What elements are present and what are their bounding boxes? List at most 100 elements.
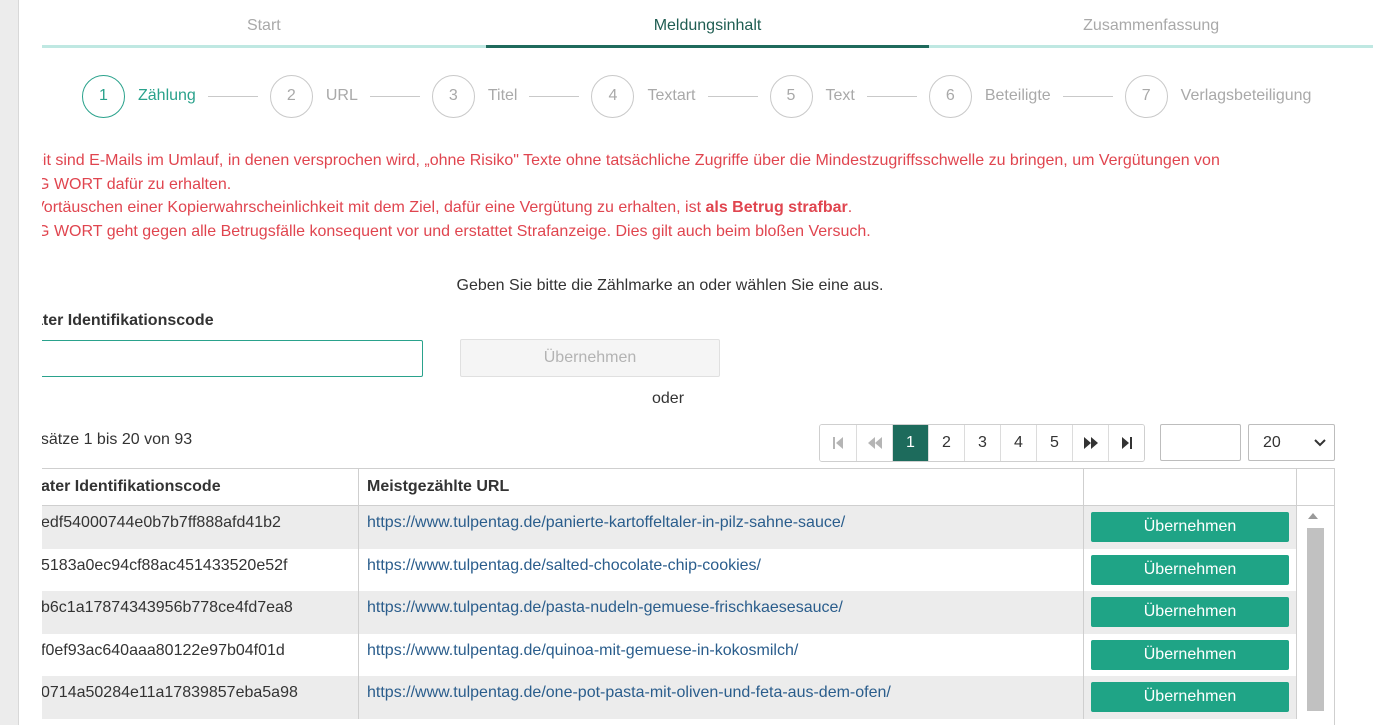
page-size-value: 20: [1263, 433, 1281, 451]
step-label: Verlagsbeteiligung: [1180, 87, 1312, 104]
left-gutter: [0, 0, 18, 725]
tab-meldungsinhalt[interactable]: Meldungsinhalt: [485, 0, 930, 48]
step-number: 3: [431, 74, 475, 118]
step-connector: [207, 95, 258, 97]
step-progress: 1 Zählung 2 URL 3 Titel 4 Textart 5 Text…: [82, 74, 1311, 118]
step-label: Zählung: [138, 87, 196, 104]
tab-start-label: Start: [246, 17, 281, 34]
identification-code-input[interactable]: [42, 340, 423, 377]
table-row: edf54000744e0b7b7ff888afd41b2 https://ww…: [42, 506, 1297, 549]
page-button-4[interactable]: 4: [1000, 425, 1036, 461]
or-separator: oder: [652, 390, 685, 407]
cell-url: https://www.tulpentag.de/quinoa-mit-gemu…: [359, 633, 1084, 676]
step-connector: [866, 95, 917, 97]
cell-url: https://www.tulpentag.de/panierte-kartof…: [359, 506, 1084, 549]
table-row: 0714a50284e11a17839857eba5a98 https://ww…: [42, 676, 1297, 719]
warning-text: .: [847, 199, 853, 216]
url-link[interactable]: https://www.tulpentag.de/quinoa-mit-gemu…: [367, 642, 798, 660]
record-count: nsätze 1 bis 20 von 93: [42, 431, 193, 448]
url-link[interactable]: https://www.tulpentag.de/one-pot-pasta-m…: [367, 684, 891, 702]
first-page-button[interactable]: [820, 425, 856, 461]
step-label: Titel: [487, 87, 518, 104]
wizard-tabs: Start Meldungsinhalt Zusammenfassung: [42, 0, 1374, 48]
prev-page-button[interactable]: [856, 425, 892, 461]
table-row: 5183a0ec94cf88ac451433520e52f https://ww…: [42, 548, 1297, 591]
warning-line: eit sind E-Mails im Umlauf, in denen ver…: [42, 152, 1220, 169]
column-header-url[interactable]: Meistgezählte URL: [359, 469, 1084, 505]
cell-url: https://www.tulpentag.de/one-pot-pasta-m…: [359, 676, 1084, 719]
main-content: Start Meldungsinhalt Zusammenfassung 1 Z…: [42, 0, 1397, 725]
scroll-up-icon[interactable]: [1308, 513, 1318, 519]
cell-url: https://www.tulpentag.de/pasta-nudeln-ge…: [359, 591, 1084, 634]
warning-emphasis: als Betrug strafbar: [705, 199, 848, 216]
url-link[interactable]: https://www.tulpentag.de/panierte-kartof…: [367, 514, 845, 532]
step-label: Beteiligte: [984, 87, 1051, 104]
cell-code: f0ef93ac640aaa80122e97b04f01d: [42, 633, 359, 676]
cell-action: Übernehmen: [1084, 591, 1297, 634]
step-label: URL: [325, 87, 358, 104]
first-page-icon: [833, 437, 843, 449]
step-label: Text: [825, 87, 855, 104]
count-marker-table: ater Identifikationscode Meistgezählte U…: [42, 468, 1335, 725]
row-apply-button[interactable]: Übernehmen: [1091, 554, 1289, 585]
step-url[interactable]: 2 URL: [269, 74, 358, 118]
step-textart[interactable]: 4 Textart: [591, 74, 696, 118]
cell-action: Übernehmen: [1084, 633, 1297, 676]
warning-line: Vortäuschen einer Kopierwahrscheinlichke…: [42, 196, 1324, 220]
cell-action: Übernehmen: [1084, 676, 1297, 719]
warning-text: Vortäuschen einer Kopierwahrscheinlichke…: [42, 199, 706, 216]
tab-meldungsinhalt-indicator: [485, 45, 930, 48]
fraud-warning: eit sind E-Mails im Umlauf, in denen ver…: [42, 149, 1324, 243]
page-button-1[interactable]: 1: [892, 425, 928, 461]
page-button-3[interactable]: 3: [964, 425, 1000, 461]
table-header: ater Identifikationscode Meistgezählte U…: [42, 469, 1334, 506]
instruction-text: Geben Sie bitte die Zählmarke an oder wä…: [456, 277, 884, 294]
cell-action: Übernehmen: [1084, 548, 1297, 591]
column-header-code[interactable]: ater Identifikationscode: [42, 469, 359, 505]
next-page-button[interactable]: [1072, 425, 1108, 461]
table-row: b6c1a17874343956b778ce4fd7ea8 https://ww…: [42, 591, 1297, 634]
tab-zusammenfassung-indicator: [929, 45, 1374, 48]
page-button-5[interactable]: 5: [1036, 425, 1072, 461]
row-apply-button[interactable]: Übernehmen: [1091, 639, 1289, 670]
pagination: 1 2 3 4 5: [819, 424, 1145, 462]
url-link[interactable]: https://www.tulpentag.de/pasta-nudeln-ge…: [367, 599, 843, 617]
step-number: 6: [928, 74, 972, 118]
step-number: 2: [269, 74, 313, 118]
table-scrollbar[interactable]: [1297, 506, 1334, 725]
code-field-label: ater Identifikationscode: [42, 312, 214, 329]
warning-line: 'G WORT geht gegen alle Betrugsfälle kon…: [42, 222, 871, 240]
page-size-select[interactable]: 20: [1248, 424, 1335, 461]
step-text[interactable]: 5 Text: [769, 74, 855, 118]
cell-code: 0714a50284e11a17839857eba5a98: [42, 676, 359, 719]
column-header-action: [1084, 469, 1297, 505]
step-number: 1: [82, 74, 125, 118]
step-connector: [1062, 95, 1113, 97]
chevron-down-icon: [1314, 438, 1326, 446]
column-header-scroll: [1297, 469, 1334, 505]
step-number: 7: [1124, 74, 1168, 118]
warning-line: 'G WORT dafür zu erhalten.: [42, 175, 232, 193]
row-apply-button[interactable]: Übernehmen: [1091, 682, 1289, 712]
tab-zusammenfassung[interactable]: Zusammenfassung: [929, 0, 1374, 48]
apply-code-button[interactable]: Übernehmen: [460, 339, 720, 377]
prev-page-icon: [867, 437, 882, 449]
step-zaehlung[interactable]: 1 Zählung: [82, 74, 196, 118]
step-beteiligte[interactable]: 6 Beteiligte: [928, 74, 1051, 118]
last-page-button[interactable]: [1108, 425, 1144, 461]
page-button-2[interactable]: 2: [928, 425, 964, 461]
cell-code: b6c1a17874343956b778ce4fd7ea8: [42, 591, 359, 634]
url-link[interactable]: https://www.tulpentag.de/salted-chocolat…: [367, 557, 761, 575]
step-connector: [369, 95, 420, 97]
page-jump-input[interactable]: [1160, 424, 1241, 461]
cell-code: 5183a0ec94cf88ac451433520e52f: [42, 548, 359, 591]
step-titel[interactable]: 3 Titel: [431, 74, 518, 118]
row-apply-button[interactable]: Übernehmen: [1091, 512, 1289, 542]
scroll-thumb[interactable]: [1307, 528, 1324, 711]
tab-start[interactable]: Start: [42, 0, 486, 48]
step-connector: [529, 95, 580, 97]
cell-action: Übernehmen: [1084, 506, 1297, 549]
row-apply-button[interactable]: Übernehmen: [1091, 597, 1289, 627]
step-verlagsbeteiligung[interactable]: 7 Verlagsbeteiligung: [1124, 74, 1312, 118]
step-number: 4: [591, 74, 635, 118]
